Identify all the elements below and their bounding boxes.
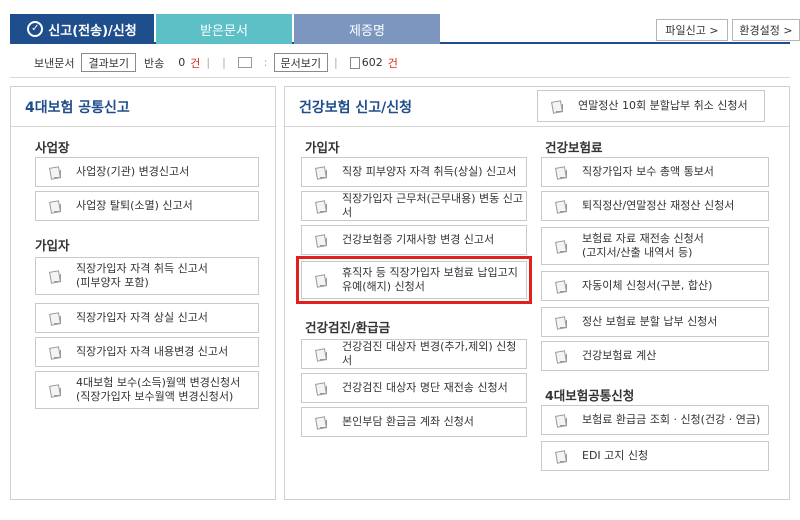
form-item[interactable]: EDI 고지 신청 xyxy=(541,441,769,471)
document-icon xyxy=(50,271,61,282)
form-item[interactable]: 사업장 탈퇴(소멸) 신고서 xyxy=(35,191,259,221)
section-heading: 가입자 xyxy=(35,238,70,253)
section-heading: 가입자 xyxy=(305,140,340,155)
form-item[interactable]: 연말정산 10회 분할납부 취소 신청서 xyxy=(537,90,765,122)
divider: | xyxy=(333,56,338,69)
document-icon xyxy=(316,349,327,360)
divider: : xyxy=(263,56,268,69)
document-icon xyxy=(349,56,360,69)
form-item[interactable]: 직장 피부양자 자격 취득(상실) 신고서 xyxy=(301,157,527,187)
document-icon xyxy=(556,351,567,362)
form-item[interactable]: 4대보험 보수(소득)월액 변경신청서 (직장가입자 보수월액 변경신청서) xyxy=(35,371,259,409)
panel-title: 4대보험 공통신고 xyxy=(11,87,275,127)
form-item[interactable]: 직장가입자 자격 취득 신고서 (피부양자 포함) xyxy=(35,257,259,295)
file-report-button[interactable]: 파일신고 > xyxy=(656,19,728,41)
section-heading: 사업장 xyxy=(35,140,70,155)
form-item[interactable]: 사업장(기관) 변경신고서 xyxy=(35,157,259,187)
returned-unit: 건 xyxy=(190,56,201,70)
document-icon xyxy=(556,317,567,328)
tab-received-docs[interactable]: 받은문서 xyxy=(156,14,292,44)
section-heading: 4대보험공통신청 xyxy=(545,388,635,403)
tab-certificate[interactable]: 제증명 xyxy=(294,14,440,44)
tab-report-send-label: 신고(전송)/신청 xyxy=(48,23,137,39)
form-item[interactable]: 건강보험증 기재사항 변경 신고서 xyxy=(301,225,527,255)
document-icon xyxy=(316,201,327,212)
document-icon xyxy=(50,167,61,178)
document-icon xyxy=(556,201,567,212)
form-item[interactable]: 퇴직정산/연말정산 재정산 신청서 xyxy=(541,191,769,221)
document-icon xyxy=(552,101,563,112)
form-item[interactable]: 건강검진 대상자 변경(추가,제외) 신청서 xyxy=(301,339,527,369)
doc-count-unit: 건 xyxy=(387,56,398,70)
returned-label: 반송 xyxy=(143,56,165,70)
document-icon xyxy=(556,415,567,426)
document-icon xyxy=(316,167,327,178)
document-icon xyxy=(556,281,567,292)
check-circle-icon: ✓ xyxy=(27,21,44,37)
document-icon xyxy=(50,385,61,396)
env-settings-button[interactable]: 환경설정 > xyxy=(732,19,800,41)
document-icon xyxy=(50,201,61,212)
tab-received-docs-label: 받은문서 xyxy=(200,23,248,39)
form-item[interactable]: 정산 보험료 분할 납부 신청서 xyxy=(541,307,769,337)
section-heading: 건강검진/환급금 xyxy=(305,320,391,335)
document-icon xyxy=(50,347,61,358)
envelope-icon[interactable] xyxy=(237,57,252,68)
form-item[interactable]: 직장가입자 자격 상실 신고서 xyxy=(35,303,259,333)
health-insurance-panel: 건강보험 신고/신청 연말정산 10회 분할납부 취소 신청서 가입자 직장 피… xyxy=(284,86,790,500)
doc-count: 602 xyxy=(361,56,383,69)
top-tab-bar: ✓ 신고(전송)/신청 받은문서 제증명 파일신고 > 환경설정 > xyxy=(10,14,800,44)
document-icon xyxy=(50,313,61,324)
form-item[interactable]: 자동이체 신청서(구분, 합산) xyxy=(541,271,769,301)
divider: | xyxy=(222,56,226,69)
document-icon xyxy=(556,167,567,178)
tab-report-send[interactable]: ✓ 신고(전송)/신청 xyxy=(10,14,154,44)
form-item[interactable]: 직장가입자 근무처(근무내용) 변동 신고서 xyxy=(301,191,527,221)
sent-docs-label: 보낸문서 xyxy=(34,56,75,70)
result-view-button[interactable]: 결과보기 xyxy=(81,53,136,72)
document-icon xyxy=(556,241,567,252)
document-icon xyxy=(316,235,327,246)
common-report-panel: 4대보험 공통신고 사업장 사업장(기관) 변경신고서 사업장 탈퇴(소멸) 신… xyxy=(10,86,276,500)
returned-count: 0 xyxy=(178,56,186,69)
document-icon xyxy=(316,417,327,428)
form-item[interactable]: 보험료 환급금 조회 · 신청(건강 · 연금) xyxy=(541,405,769,435)
divider: | xyxy=(206,56,211,69)
highlight-box xyxy=(296,256,532,304)
tab-certificate-label: 제증명 xyxy=(349,23,385,39)
doc-view-button[interactable]: 문서보기 xyxy=(273,53,328,72)
form-item[interactable]: 건강보험료 계산 xyxy=(541,341,769,371)
document-icon xyxy=(556,451,567,462)
document-icon xyxy=(316,383,327,394)
form-item[interactable]: 본인부담 환급금 계좌 신청서 xyxy=(301,407,527,437)
form-item[interactable]: 건강검진 대상자 명단 재전송 신청서 xyxy=(301,373,527,403)
form-item[interactable]: 직장가입자 보수 총액 통보서 xyxy=(541,157,769,187)
status-bar: 보낸문서 결과보기 반송 0 건 | | : 문서보기 | 602 건 xyxy=(10,48,790,78)
section-heading: 건강보험료 xyxy=(545,140,603,155)
form-item[interactable]: 보험료 자료 재전송 신청서 (고지서/산출 내역서 등) xyxy=(541,227,769,265)
form-item[interactable]: 직장가입자 자격 내용변경 신고서 xyxy=(35,337,259,367)
